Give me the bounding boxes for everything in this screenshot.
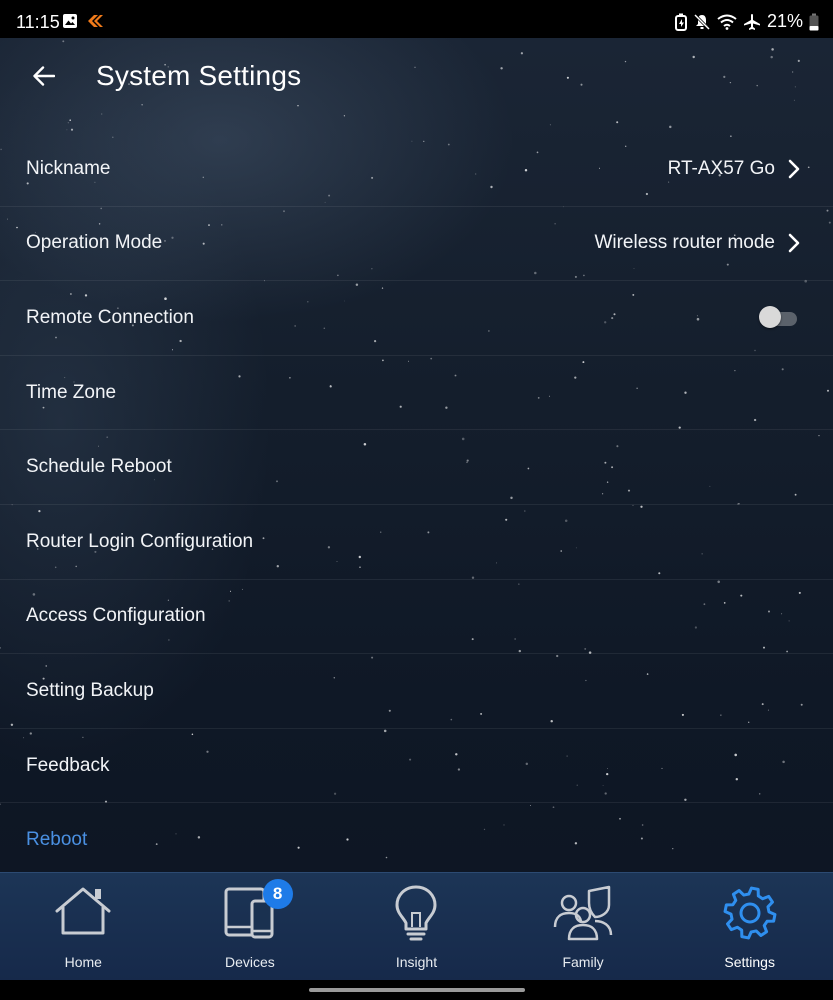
status-left-icons [62,13,104,29]
star [549,124,551,126]
gear-outline [723,886,777,940]
status-time: 11:15 [16,12,60,32]
nav-label: Devices [224,954,275,970]
settings-row-setting-backup[interactable]: Setting Backup [0,654,833,729]
mute-icon [693,13,711,30]
gear-center [739,902,761,924]
gesture-handle[interactable] [309,988,525,992]
status-right-icons: 21% [674,11,819,32]
settings-row-feedback[interactable]: Feedback [0,729,833,804]
nav-label: Home [64,954,102,970]
nav-item-devices[interactable]: 8 Devices [167,873,334,981]
app-notification-icon [88,15,103,27]
nav-label: Family [562,954,604,970]
arrow-left-icon [33,66,55,86]
row-label: Access Configuration [26,605,206,627]
gear-icon [723,886,777,940]
settings-row-schedule-reboot[interactable]: Schedule Reboot [0,430,833,505]
bottom-navigation: Home 8 Devices Insight Family Settings [0,872,833,981]
devices-count-badge: 8 [262,879,293,909]
row-label: Setting Backup [26,679,154,701]
screen: 11:15 21% System Settings Nickname RT-AX… [0,0,833,1000]
status-bar: 11:15 21% [0,0,833,38]
toggle-knob [759,305,781,328]
battery-saver-icon [674,13,687,31]
row-label: Router Login Configuration [26,530,254,552]
gesture-area [0,980,833,1000]
settings-row-remote-connection: Remote Connection [0,281,833,356]
family-icon [553,885,613,941]
row-label: Operation Mode [26,232,163,254]
nav-label: Insight [395,954,438,970]
settings-row-nickname[interactable]: Nickname RT-AX57 Go [0,132,833,207]
gallery-icon [63,14,77,28]
star [69,119,71,121]
home-icon [55,887,111,935]
nav-item-home[interactable]: Home [0,873,167,981]
lightbulb-icon [395,885,437,941]
star [66,129,68,131]
airplane-icon [743,13,760,30]
row-value: RT-AX57 Go [667,157,775,179]
nav-item-settings[interactable]: Settings [666,873,833,981]
row-label: Time Zone [26,381,117,403]
nav-label: Settings [724,954,775,970]
battery-percent: 21% [766,11,803,31]
settings-row-router-login-configuration[interactable]: Router Login Configuration [0,505,833,580]
back-button[interactable] [26,58,62,94]
chevron-right-icon [788,234,800,253]
nav-item-family[interactable]: Family [500,873,667,981]
row-label: Remote Connection [26,306,194,328]
settings-row-operation-mode[interactable]: Operation Mode Wireless router mode [0,207,833,282]
row-value: Wireless router mode [594,232,775,254]
settings-row-reboot[interactable]: Reboot [0,803,833,878]
remote-connection-toggle[interactable] [759,305,797,328]
settings-row-access-configuration[interactable]: Access Configuration [0,580,833,655]
row-label: Schedule Reboot [26,456,172,478]
star [669,125,672,129]
star [616,121,619,124]
battery-icon [809,13,819,30]
star [67,122,69,124]
wifi-icon [717,14,737,30]
row-label: Feedback [26,754,110,776]
app-header: System Settings [0,38,833,118]
settings-list: Nickname RT-AX57 Go Operation Mode Wirel… [0,132,833,878]
page-title: System Settings [96,60,302,91]
star [70,128,74,131]
settings-row-time-zone[interactable]: Time Zone [0,356,833,431]
reboot-label: Reboot [26,829,88,851]
row-label: Nickname [26,157,111,179]
nav-item-insight[interactable]: Insight [333,873,500,981]
chevron-right-icon [788,159,800,179]
